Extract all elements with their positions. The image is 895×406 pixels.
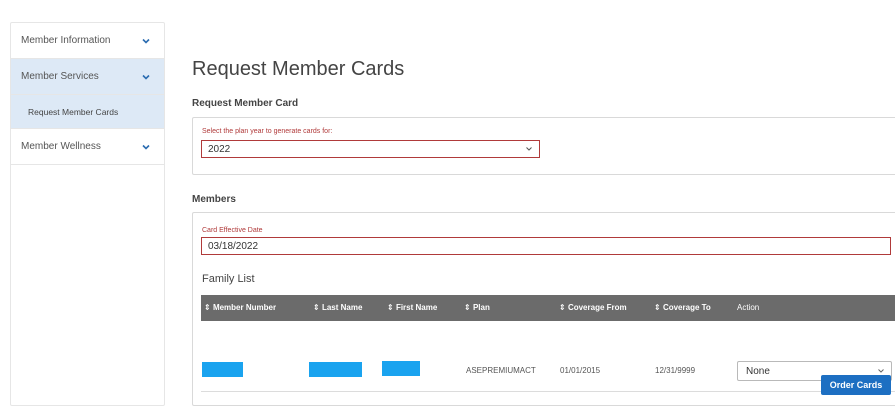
sidebar: Member Information Member Services Reque… — [10, 22, 165, 406]
sidebar-subitem-label: Request Member Cards — [28, 106, 119, 117]
chevron-down-icon — [526, 147, 532, 151]
th-label: First Name — [395, 303, 438, 312]
sidebar-subitem-request-member-cards[interactable]: Request Member Cards — [11, 95, 164, 129]
family-table-header: ⇕ Member Number ⇕ Last Name ⇕ First Name… — [201, 295, 895, 321]
sidebar-item-member-information[interactable]: Member Information — [11, 23, 164, 59]
plan-year-value: 2022 — [208, 143, 231, 155]
th-action: Action — [737, 303, 760, 312]
cell-coverage-from: 01/01/2015 — [560, 366, 601, 375]
th-label: Member Number — [212, 303, 277, 312]
members-section-title: Members — [192, 194, 236, 205]
cell-coverage-to: 12/31/9999 — [655, 366, 696, 375]
action-value: None — [746, 365, 770, 377]
th-plan[interactable]: ⇕ Plan — [464, 295, 490, 321]
sidebar-item-member-services[interactable]: Member Services — [11, 59, 164, 95]
th-coverage-from[interactable]: ⇕ Coverage From — [559, 295, 627, 321]
th-label: Coverage To — [662, 303, 711, 312]
sort-icon: ⇕ — [559, 303, 566, 312]
request-card-panel: Select the plan year to generate cards f… — [192, 117, 895, 175]
card-effective-date-value: 03/18/2022 — [208, 240, 259, 252]
th-label: Coverage From — [567, 303, 627, 312]
plan-year-label: Select the plan year to generate cards f… — [202, 128, 333, 135]
sort-icon: ⇕ — [204, 303, 211, 312]
cell-plan: ASEPREMIUMACT — [466, 366, 536, 375]
th-coverage-to[interactable]: ⇕ Coverage To — [654, 295, 711, 321]
redacted-first-name — [382, 361, 420, 376]
plan-year-select[interactable]: 2022 — [201, 140, 540, 158]
family-list-title: Family List — [202, 273, 255, 285]
sidebar-item-member-wellness[interactable]: Member Wellness — [11, 129, 164, 165]
chevron-down-icon — [142, 74, 150, 80]
redacted-member-number — [202, 362, 243, 377]
sort-icon: ⇕ — [464, 303, 471, 312]
sidebar-item-label: Member Information — [21, 35, 111, 46]
table-row — [201, 322, 895, 392]
request-section-title: Request Member Card — [192, 98, 299, 109]
th-member-number[interactable]: ⇕ Member Number — [204, 295, 276, 321]
th-first-name[interactable]: ⇕ First Name — [387, 295, 437, 321]
sort-icon: ⇕ — [654, 303, 661, 312]
sort-icon: ⇕ — [313, 303, 320, 312]
sidebar-item-label: Member Services — [21, 71, 99, 82]
redacted-last-name — [309, 362, 362, 377]
chevron-down-icon — [878, 369, 884, 373]
chevron-down-icon — [142, 38, 150, 44]
th-label: Last Name — [321, 303, 363, 312]
card-effective-date-input[interactable]: 03/18/2022 — [201, 237, 891, 255]
sort-icon: ⇕ — [387, 303, 394, 312]
card-date-label: Card Effective Date — [202, 227, 263, 234]
order-cards-button[interactable]: Order Cards — [821, 375, 891, 395]
th-label: Plan — [472, 303, 490, 312]
sidebar-item-label: Member Wellness — [21, 141, 101, 152]
th-last-name[interactable]: ⇕ Last Name — [313, 295, 362, 321]
page-title: Request Member Cards — [192, 58, 405, 80]
chevron-down-icon — [142, 144, 150, 150]
